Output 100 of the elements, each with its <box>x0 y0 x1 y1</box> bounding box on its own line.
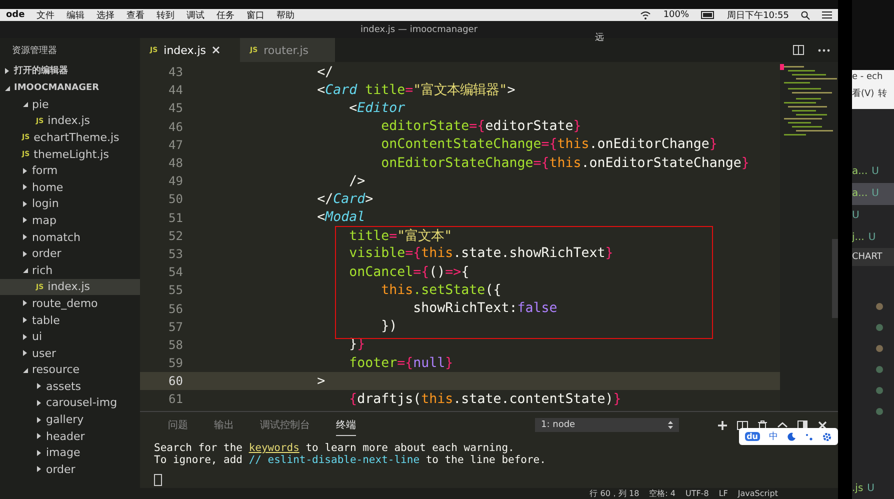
ime-character: 远 <box>595 32 604 44</box>
line-number: 58 <box>168 338 183 352</box>
tree-item[interactable]: nomatch <box>0 228 140 246</box>
collapsed-chevron-icon <box>4 68 10 74</box>
panel-tab[interactable]: 终端 <box>336 414 356 436</box>
ime-logo[interactable]: du <box>744 432 760 441</box>
explorer-section[interactable]: IMOOCMANAGER <box>0 79 140 96</box>
code-line: onCancel={()=>{ <box>348 264 470 280</box>
split-editor-icon[interactable] <box>793 45 804 55</box>
menu-item[interactable]: 转到 <box>156 8 175 22</box>
expanded-chevron-icon <box>22 101 28 108</box>
tree-item[interactable]: login <box>0 196 140 212</box>
tree-item[interactable]: user <box>0 344 140 362</box>
clock[interactable]: 周日下午10:55 <box>727 8 789 22</box>
code-line: }) <box>380 319 398 334</box>
code-line: <Editor <box>348 100 406 116</box>
moon-icon[interactable] <box>787 432 796 441</box>
settings-icon[interactable] <box>822 432 832 442</box>
split-terminal-icon[interactable] <box>737 420 748 430</box>
terminal-line: To ignore, add // eslint-disable-next-line to the line before. <box>154 454 547 466</box>
tree-item[interactable]: carousel-img <box>0 394 140 412</box>
explorer-section[interactable]: 打开的编辑器 <box>0 62 140 79</box>
battery-percentage: 100% <box>663 10 690 20</box>
file-row[interactable]: U <box>852 204 894 226</box>
menu-item[interactable]: 任务 <box>216 8 235 22</box>
menu-item[interactable]: 窗口 <box>246 8 265 22</box>
code-line: <Card title="富文本编辑器"> <box>316 82 516 100</box>
status-item[interactable]: JavaScript <box>738 489 778 498</box>
tree-item[interactable]: route_demo <box>0 295 140 312</box>
file-row[interactable]: a... U <box>852 182 894 205</box>
collapsed-chevron-icon <box>22 300 28 306</box>
more-icon[interactable] <box>818 48 830 52</box>
file-row[interactable]: j... U <box>852 226 894 248</box>
battery-icon[interactable] <box>701 11 716 19</box>
tree-item[interactable]: rich <box>0 262 140 279</box>
file-row[interactable]: .js U <box>852 477 894 499</box>
terminal-select[interactable]: 1: node <box>535 418 679 432</box>
line-number: 51 <box>168 210 183 225</box>
status-item[interactable]: UTF-8 <box>686 489 709 498</box>
chevron-up-icon[interactable] <box>777 420 788 430</box>
collapsed-chevron-icon <box>36 383 42 390</box>
close-icon[interactable] <box>817 420 828 430</box>
status-item[interactable]: 空格: 4 <box>649 488 676 499</box>
menu-item[interactable]: 帮助 <box>276 8 295 22</box>
close-icon[interactable] <box>212 46 220 54</box>
collapsed-chevron-icon <box>36 450 42 456</box>
code-line: this.setState({ <box>380 282 502 298</box>
menu-item[interactable]: 文件 <box>36 8 55 22</box>
collapsed-chevron-icon <box>36 416 42 423</box>
code-line: > <box>316 374 326 389</box>
tree-item[interactable]: order <box>0 461 140 478</box>
status-item[interactable]: LF <box>718 489 728 498</box>
line-number: 50 <box>168 192 183 206</box>
menu-item[interactable]: 看(V) <box>852 86 874 100</box>
line-number: 49 <box>168 174 183 188</box>
tree-item[interactable]: home <box>0 178 140 196</box>
tree-item[interactable]: pie <box>0 96 140 113</box>
menu-icon[interactable] <box>822 11 832 19</box>
code-line: visible={this.state.showRichText} <box>348 246 614 262</box>
panel-tab[interactable]: 调试控制台 <box>260 414 310 436</box>
tree-item[interactable]: image <box>0 444 140 462</box>
terminal-line: Search for the keywords to learn more about each warning. <box>154 442 516 454</box>
code-line: {draftjs(this.state.contentState)} <box>348 392 622 407</box>
tree-item[interactable]: gallery <box>0 411 140 428</box>
tree-item[interactable]: resource <box>0 362 140 378</box>
menu-item[interactable]: 选择 <box>96 8 115 22</box>
tree-item[interactable]: map <box>0 212 140 229</box>
tree-item[interactable]: header <box>0 428 140 444</box>
line-number: 46 <box>168 120 183 134</box>
panel-tab[interactable]: 问题 <box>168 414 188 436</box>
status-item[interactable]: 行 60，列 18 <box>590 488 640 499</box>
menu-item[interactable]: 转 <box>878 86 888 100</box>
menu-item[interactable]: 调试 <box>186 8 205 22</box>
tree-item[interactable]: assets <box>0 378 140 395</box>
terminal-cursor <box>154 474 162 486</box>
tree-item[interactable]: ui <box>0 328 140 345</box>
tree-item[interactable]: form <box>0 162 140 179</box>
line-number: 53 <box>168 246 183 261</box>
app-menu[interactable]: ode <box>6 10 25 20</box>
collapsed-chevron-icon <box>22 217 28 224</box>
line-number: 45 <box>168 101 183 116</box>
panel-tab[interactable]: 输出 <box>214 414 234 436</box>
line-number: 48 <box>168 156 183 170</box>
punctuation-icon[interactable] <box>805 432 813 440</box>
window-titlebar <box>852 0 894 70</box>
section-header: CHART <box>852 248 894 266</box>
tree-item[interactable]: order <box>0 245 140 262</box>
menu-item[interactable]: 编辑 <box>66 8 85 22</box>
menu-item[interactable]: 查看 <box>126 8 145 22</box>
collapsed-chevron-icon <box>22 334 28 340</box>
expanded-chevron-icon <box>4 84 10 90</box>
input-mode[interactable]: 中 <box>769 430 778 443</box>
code-line: </Card> <box>316 192 374 207</box>
line-number: 61 <box>168 392 183 406</box>
search-icon[interactable] <box>801 10 810 20</box>
plus-icon[interactable] <box>717 420 728 430</box>
file-row[interactable]: a... U <box>852 160 894 183</box>
tree-item[interactable]: table <box>0 312 140 328</box>
collapsed-chevron-icon <box>36 466 42 472</box>
wifi-icon[interactable] <box>640 10 652 20</box>
